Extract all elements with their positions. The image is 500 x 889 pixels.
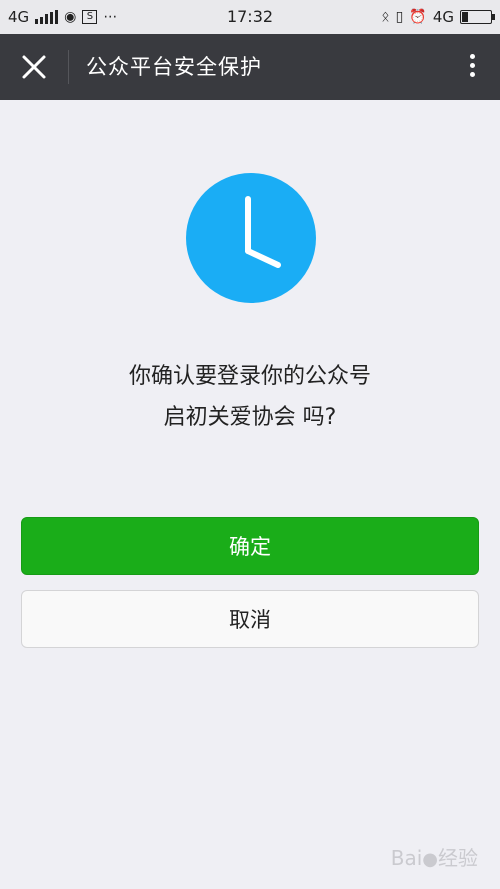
status-right: ᛟ ▯ ⏰ 4G — [381, 0, 495, 34]
title-divider — [68, 50, 69, 84]
network-type-right: 4G — [432, 8, 454, 26]
cancel-button[interactable]: 取消 — [21, 590, 479, 648]
vibrate-icon: ▯ — [395, 9, 404, 25]
clock-icon — [186, 173, 316, 303]
bluetooth-icon: ᛟ — [381, 9, 390, 25]
watermark-logo: Bai●经验 — [390, 846, 478, 870]
alarm-icon: ⏰ — [409, 9, 427, 25]
battery-icon — [460, 10, 495, 24]
close-icon — [22, 55, 46, 79]
confirm-message-line1: 你确认要登录你的公众号 — [128, 364, 371, 389]
confirm-message-line2: 启初关爱协会 吗? — [163, 405, 337, 430]
page-title: 公众平台安全保护 — [86, 55, 262, 79]
title-bar: 公众平台安全保护 — [0, 34, 500, 100]
confirm-button[interactable]: 确定 — [21, 517, 479, 575]
status-bar: 4G ◉ S ⋯ 17:32 ᛟ ▯ ⏰ 4G — [0, 0, 500, 34]
more-vertical-icon — [460, 54, 484, 77]
more-button[interactable] — [460, 50, 484, 84]
close-button[interactable] — [14, 47, 54, 87]
